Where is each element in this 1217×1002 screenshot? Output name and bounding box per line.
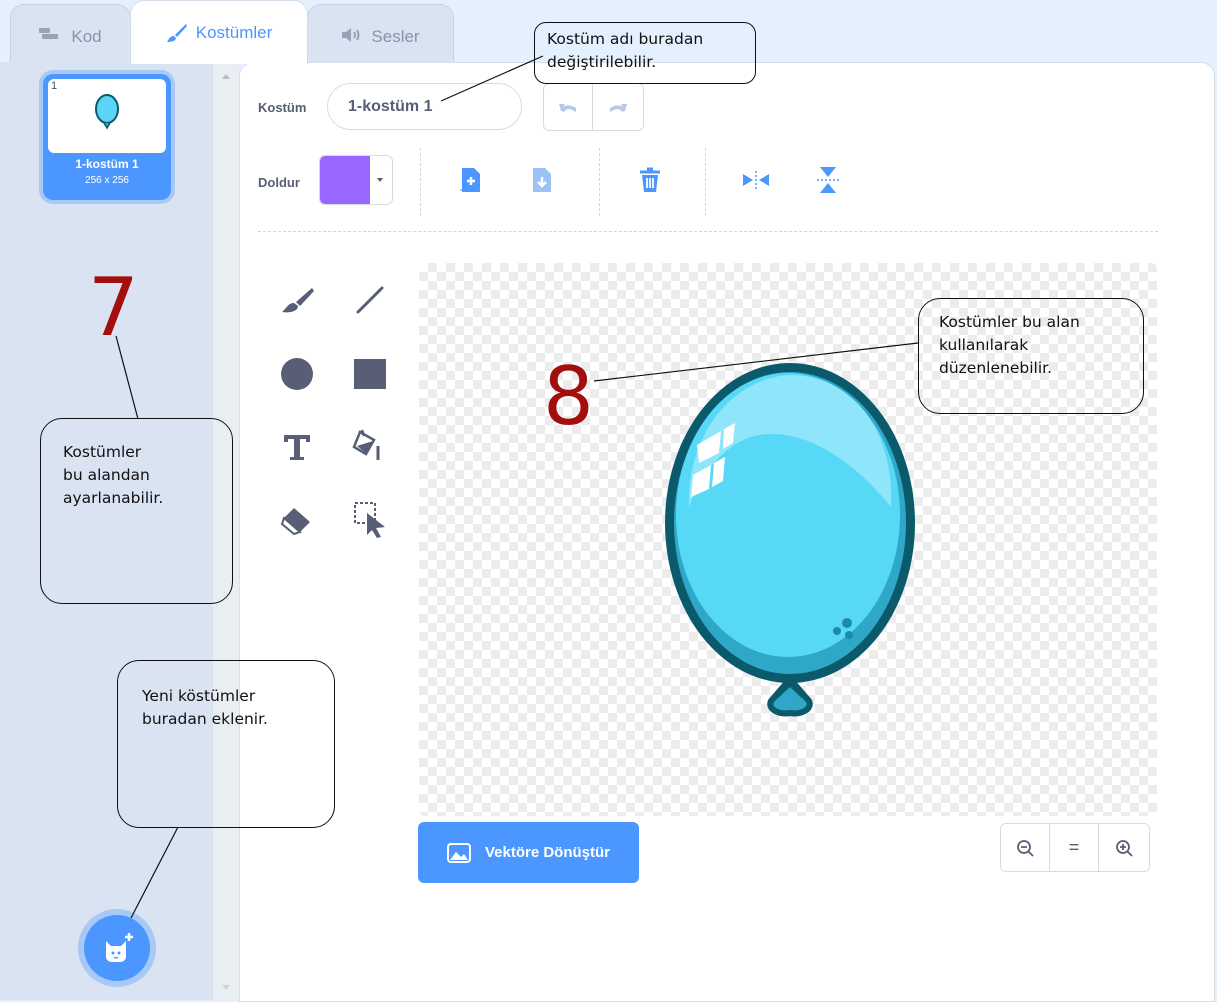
redo-button[interactable] — [592, 83, 644, 131]
add-costume-callout: Yeni köstümler buradan eklenir. — [117, 660, 335, 828]
toolbar-divider — [420, 148, 421, 216]
convert-to-vector-button[interactable]: Vektöre Dönüştür — [418, 822, 639, 883]
flip-vertical-button[interactable] — [808, 160, 848, 200]
zoom-reset-button[interactable]: = — [1049, 823, 1099, 872]
tab-code-label: Kod — [71, 27, 102, 46]
canvas-callout: Kostümler bu alan kullanılarak düzenlene… — [918, 298, 1144, 414]
delete-button[interactable] — [630, 160, 670, 200]
rectangle-icon — [354, 359, 386, 389]
zoom-reset-label: = — [1068, 837, 1080, 857]
zoom-in-button[interactable] — [1098, 823, 1150, 872]
eraser-tool[interactable] — [277, 500, 317, 540]
tab-sounds-label: Sesler — [371, 27, 420, 46]
select-tool[interactable] — [350, 500, 390, 540]
balloon-thumbnail-icon — [95, 94, 119, 130]
tab-sounds[interactable]: Sesler — [307, 4, 454, 62]
forward-layer-icon — [460, 168, 480, 192]
costume-size-label: 256 x 256 — [85, 175, 129, 186]
flip-vertical-icon — [817, 167, 839, 193]
redo-icon — [610, 104, 627, 112]
callout-line: bu alandan — [63, 466, 150, 484]
tab-code[interactable]: Kod — [10, 4, 131, 62]
eraser-icon — [280, 508, 310, 536]
paintbrush-icon — [166, 23, 188, 43]
delete-icon — [640, 167, 660, 192]
scroll-down-arrow-icon[interactable] — [220, 984, 232, 992]
callout-line: Kostümler bu alan — [939, 313, 1080, 331]
convert-button-label: Vektöre Dönüştür — [484, 844, 611, 861]
toolbar-divider — [599, 148, 600, 216]
scroll-up-arrow-icon[interactable] — [220, 72, 232, 80]
costume-name-callout: Kostüm adı buradan değiştirilebilir. — [534, 22, 756, 84]
backward-layer-icon — [533, 168, 551, 192]
undo-button[interactable] — [543, 83, 593, 131]
tab-costumes[interactable]: Kostümler — [130, 0, 308, 64]
fill-color-picker[interactable] — [319, 155, 393, 205]
chevron-down-icon — [377, 178, 383, 182]
circle-icon — [281, 358, 313, 390]
zoom-in-icon — [1116, 839, 1133, 857]
annotation-number-8: 8 — [543, 350, 594, 443]
callout-line: kullanılarak — [939, 336, 1029, 354]
line-tool[interactable] — [350, 280, 390, 320]
zoom-out-button[interactable] — [1000, 823, 1050, 872]
callout-line: Kostüm adı buradan — [547, 30, 704, 48]
line-icon — [356, 286, 384, 314]
callout-line: düzenlenebilir. — [939, 359, 1052, 377]
add-costume-button[interactable] — [84, 915, 150, 981]
toolbar-divider — [705, 148, 706, 216]
flip-horizontal-icon — [743, 171, 769, 189]
fill-tool[interactable] — [350, 425, 390, 465]
text-tool[interactable] — [277, 427, 317, 467]
costume-list-callout: Kostümler bu alandan ayarlanabilir. — [40, 418, 233, 604]
text-icon — [284, 435, 310, 460]
fill-color-swatch — [320, 156, 370, 204]
callout-line: değiştirilebilir. — [547, 53, 657, 71]
fill-bucket-icon — [352, 429, 380, 460]
flip-horizontal-button[interactable] — [736, 160, 776, 200]
balloon-costume — [665, 363, 915, 717]
tab-costumes-label: Kostümler — [195, 23, 273, 42]
callout-line: Yeni köstümler — [142, 687, 256, 705]
backward-layer-button[interactable] — [521, 160, 561, 200]
costume-name-input[interactable] — [327, 83, 522, 130]
undo-icon — [559, 104, 576, 112]
zoom-out-icon — [1017, 839, 1034, 857]
fill-label: Doldur — [258, 175, 300, 190]
callout-line: ayarlanabilir. — [63, 489, 164, 507]
forward-layer-button[interactable] — [450, 160, 490, 200]
brush-icon — [282, 288, 314, 313]
image-icon — [446, 842, 471, 863]
toolbar-separator — [258, 231, 1158, 232]
costume-item[interactable]: 1 1-kostüm 1 256 x 256 — [43, 74, 171, 200]
circle-tool[interactable] — [277, 354, 317, 394]
code-blocks-icon — [39, 27, 63, 41]
speaker-icon — [341, 27, 363, 43]
annotation-number-7: 7 — [88, 261, 139, 354]
select-icon — [354, 502, 385, 538]
costume-number: 1 — [51, 80, 58, 92]
rectangle-tool[interactable] — [350, 354, 390, 394]
brush-tool[interactable] — [277, 280, 317, 320]
callout-line: Kostümler — [63, 443, 142, 461]
callout-line: buradan eklenir. — [142, 710, 268, 728]
costume-name-label-text: Kostüm — [258, 100, 307, 115]
costume-name-label: 1-kostüm 1 — [75, 157, 139, 171]
cat-add-icon — [106, 933, 133, 962]
costume-thumbnail: 1 — [48, 79, 166, 153]
